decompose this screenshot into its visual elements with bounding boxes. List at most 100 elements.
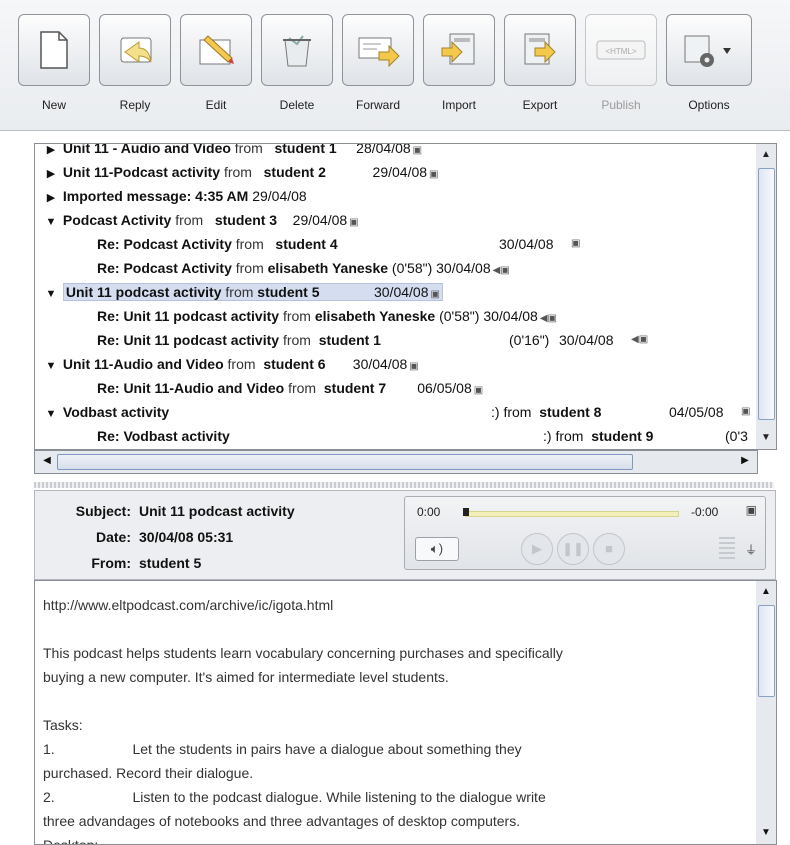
audio-message-icon: ◀▣ — [631, 334, 649, 345]
message-icon: ▣ — [430, 289, 440, 300]
scroll-left-icon[interactable]: ◀ — [39, 453, 55, 469]
from-value: student 5 — [139, 555, 202, 571]
expanded-triangle-icon[interactable]: ▼ — [43, 210, 59, 234]
body-line: 2. Listen to the podcast dialogue. While… — [43, 789, 546, 805]
scroll-down-icon[interactable]: ▼ — [758, 430, 774, 446]
message-row[interactable]: Re: Podcast Activity from student 4 30/0… — [97, 232, 580, 256]
date-label: Date: — [95, 529, 131, 545]
collapsed-triangle-icon[interactable]: ▶ — [43, 162, 59, 186]
scroll-down-icon[interactable]: ▼ — [758, 825, 774, 841]
expanded-triangle-icon[interactable]: ▼ — [43, 282, 59, 306]
message-icon: ▣ — [349, 217, 359, 228]
body-line[interactable]: http://www.eltpodcast.com/archive/ic/igo… — [43, 597, 333, 613]
pause-icon: ❚❚ — [562, 541, 584, 556]
audio-player: 0:00 -0:00 🔈︎) ▶ ❚❚ ■ ▣ ⏚ — [404, 496, 766, 570]
message-row[interactable]: ▼ Vodbast activity :) from student 8 04/… — [43, 400, 757, 424]
pause-button[interactable]: ❚❚ — [557, 533, 589, 565]
body-vertical-scrollbar[interactable]: ▲ ▼ — [756, 580, 777, 845]
subject-value: Unit 11 podcast activity — [139, 503, 295, 519]
import-button[interactable]: Import — [421, 14, 497, 124]
import-label: Import — [441, 98, 476, 112]
edit-button[interactable]: Edit — [178, 14, 254, 124]
scroll-up-icon[interactable]: ▲ — [758, 584, 774, 600]
reply-arrow-icon — [120, 37, 152, 63]
export-button[interactable]: Export — [502, 14, 578, 124]
message-row[interactable]: ▶ Unit 11 - Audio and Video from student… — [43, 144, 423, 160]
message-icon: ▣ — [412, 145, 423, 156]
body-line: buying a new computer. It's aimed for in… — [43, 669, 449, 685]
from-row: From: student 5 — [35, 555, 201, 571]
body-line: This podcast helps students learn vocabu… — [43, 645, 563, 661]
subject-label: Subject: — [75, 503, 131, 519]
message-row-selected[interactable]: ▼ Unit 11 podcast activity from student … — [43, 280, 443, 304]
message-row[interactable]: Re: Vodbast activity :) from student 9 (… — [97, 424, 757, 448]
delete-label: Delete — [279, 98, 315, 112]
expanded-triangle-icon[interactable]: ▼ — [43, 402, 59, 426]
toolbar: New Reply Edit Delete Forward Import Exp… — [0, 0, 790, 131]
scroll-thumb[interactable] — [758, 168, 775, 420]
message-row[interactable]: ▼ Podcast Activity from student 3 29/04/… — [43, 208, 359, 232]
edit-label: Edit — [205, 98, 227, 112]
message-icon: ▣ — [571, 238, 581, 249]
options-button[interactable]: Options — [664, 14, 754, 124]
message-list-vertical-scrollbar[interactable]: ▲ ▼ — [756, 143, 777, 450]
play-button[interactable]: ▶ — [521, 533, 553, 565]
export-icon — [524, 33, 556, 65]
date-row: Date: 30/04/08 05:31 — [35, 529, 233, 545]
message-icon: ▣ — [409, 361, 419, 372]
options-label: Options — [688, 98, 730, 112]
forward-label: Forward — [355, 98, 400, 112]
volume-button[interactable]: 🔈︎) — [415, 537, 459, 561]
message-list-horizontal-scrollbar[interactable]: ◀ ▶ — [34, 450, 758, 474]
window-icon[interactable]: ▣ — [746, 503, 757, 517]
body-line: three advandages of notebooks and three … — [43, 813, 521, 829]
message-row[interactable]: Re: Unit 11 podcast activity from studen… — [97, 328, 648, 352]
forward-button[interactable]: Forward — [340, 14, 416, 124]
new-page-icon — [40, 31, 68, 69]
new-label: New — [41, 98, 66, 112]
message-row[interactable]: Re: Unit 11 podcast activity from elisab… — [97, 304, 557, 328]
message-row[interactable]: ▶ Unit 11-Podcast activity from student … — [43, 160, 439, 184]
horizontal-scroll-thumb[interactable] — [57, 454, 633, 470]
message-list[interactable]: ▶ Unit 11 - Audio and Video from student… — [34, 143, 758, 450]
scroll-right-icon[interactable]: ▶ — [737, 453, 753, 469]
svg-text:<HTML>: <HTML> — [605, 47, 636, 56]
stop-button[interactable]: ■ — [593, 533, 625, 565]
date-value: 30/04/08 05:31 — [139, 529, 234, 545]
from-label: From: — [91, 555, 131, 571]
split-pane-divider[interactable] — [34, 482, 774, 488]
message-icon: ▣ — [429, 169, 439, 180]
body-line: Desktop: — [43, 837, 99, 845]
expanded-triangle-icon[interactable]: ▼ — [43, 354, 59, 378]
progress-knob[interactable] — [463, 508, 469, 516]
stop-icon: ■ — [605, 541, 613, 556]
trash-icon — [283, 35, 311, 67]
play-icon: ▶ — [532, 541, 542, 556]
message-row[interactable]: Re: Unit 11-Audio and Video from student… — [97, 376, 483, 400]
speaker-icon: 🔈︎) — [430, 541, 444, 556]
subject-row: Subject: Unit 11 podcast activity — [35, 503, 295, 519]
import-icon — [441, 33, 475, 65]
audio-message-icon: ◀▣ — [492, 265, 510, 276]
forward-envelope-icon — [358, 37, 400, 68]
reply-button[interactable]: Reply — [97, 14, 173, 124]
new-button[interactable]: New — [16, 14, 92, 124]
elapsed-time: 0:00 — [417, 505, 441, 519]
body-line: 1. Let the students in pairs have a dial… — [43, 741, 522, 757]
progress-track[interactable] — [465, 511, 679, 517]
message-row[interactable]: Re: Podcast Activity from elisabeth Yane… — [97, 256, 510, 280]
message-row[interactable]: ▼ Unit 11-Audio and Video from student 6… — [43, 352, 419, 376]
plug-icon: ⏚ — [744, 543, 757, 557]
scroll-thumb[interactable] — [758, 605, 775, 697]
publish-button[interactable]: <HTML> Publish — [583, 14, 659, 124]
html-publish-icon: <HTML> — [596, 40, 646, 60]
pencil-icon — [199, 35, 234, 65]
delete-button[interactable]: Delete — [259, 14, 335, 124]
collapsed-triangle-icon[interactable]: ▶ — [43, 186, 59, 210]
body-line: Tasks: — [43, 717, 83, 733]
message-row[interactable]: ▶ Imported message: 4:35 AM 29/04/08 — [43, 184, 307, 208]
scroll-up-icon[interactable]: ▲ — [758, 147, 774, 163]
message-body[interactable]: http://www.eltpodcast.com/archive/ic/igo… — [34, 580, 758, 845]
gear-options-icon — [684, 35, 731, 67]
message-icon: ▣ — [473, 385, 484, 396]
